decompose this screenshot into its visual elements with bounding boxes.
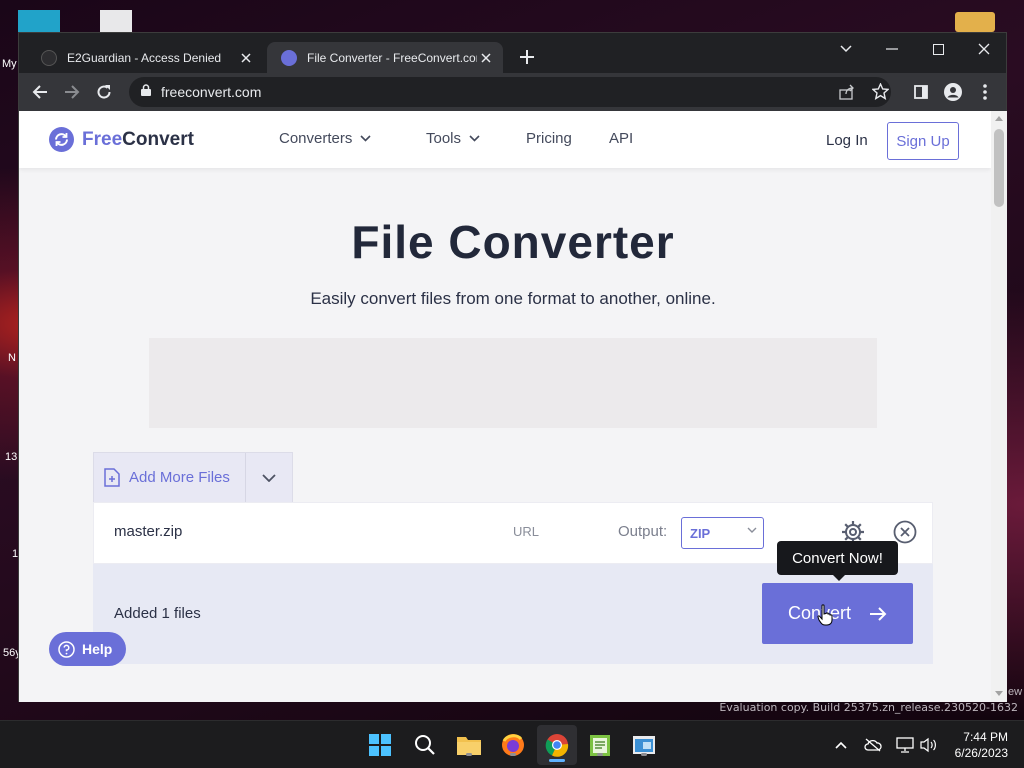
output-label: Output: [618, 523, 668, 540]
remove-file-close-icon[interactable] [893, 520, 917, 544]
close-tab-icon[interactable] [477, 49, 495, 67]
convert-button[interactable]: Convert [762, 583, 913, 644]
nav-label: Tools [426, 130, 462, 147]
add-more-files-button[interactable]: Add More Files [94, 453, 246, 502]
tab-search-chevron-icon[interactable] [831, 37, 861, 61]
output-format-select[interactable]: ZIP [681, 517, 764, 549]
desktop-icon-monitor[interactable] [18, 10, 60, 32]
url-text: freeconvert.com [161, 84, 262, 100]
close-tab-icon[interactable] [237, 49, 255, 67]
close-window-icon[interactable] [969, 37, 999, 61]
volume-icon[interactable] [920, 736, 938, 754]
start-icon[interactable] [366, 731, 394, 759]
chevron-down-icon [262, 473, 276, 482]
site-header: FreeConvert Converters Tools Pricing API… [19, 111, 991, 168]
browser-toolbar: freeconvert.com [19, 73, 1006, 111]
convert-panel: Added 1 files Convert [93, 564, 933, 664]
desktop-icon-label: My [2, 58, 17, 70]
nav-label: Converters [279, 130, 353, 147]
output-format-value: ZIP [690, 525, 711, 541]
tab-bar: E2Guardian - Access Denied File Converte… [19, 33, 1006, 73]
freeconvert-favicon-icon [281, 49, 297, 66]
signup-button[interactable]: Sign Up [887, 122, 959, 160]
clock-time: 7:44 PM [963, 730, 1008, 744]
side-panel-icon[interactable] [910, 81, 932, 103]
chevron-down-icon [747, 527, 757, 533]
logo-text: FreeConvert [82, 128, 194, 150]
add-files-dropdown-button[interactable] [246, 453, 292, 502]
nav-pricing[interactable]: Pricing [526, 130, 572, 147]
page-subtitle: Easily convert files from one format to … [310, 289, 716, 308]
profile-avatar-icon[interactable] [942, 81, 964, 103]
tab-title: E2Guardian - Access Denied [67, 50, 222, 65]
file-add-icon [104, 468, 120, 487]
evaluation-watermark: Evaluation copy. Build 25375.zn_release.… [719, 701, 1018, 714]
bookmark-star-icon[interactable] [871, 82, 890, 105]
page-viewport: FreeConvert Converters Tools Pricing API… [19, 111, 991, 702]
chrome-icon[interactable] [537, 725, 577, 765]
page-title: File Converter [351, 216, 675, 268]
chevron-down-icon [360, 135, 371, 142]
file-source-label: URL [513, 524, 540, 539]
e2guardian-favicon-icon [41, 49, 57, 66]
minimize-icon[interactable] [877, 37, 907, 61]
search-icon[interactable] [411, 731, 439, 759]
maximize-icon[interactable] [923, 37, 953, 61]
tab-file-converter[interactable]: File Converter - FreeConvert.com [267, 42, 503, 73]
desktop-icon-label: 13 [5, 451, 18, 463]
browser-window: E2Guardian - Access Denied File Converte… [18, 32, 1007, 702]
address-bar[interactable]: freeconvert.com [129, 77, 891, 107]
firefox-icon[interactable] [499, 731, 527, 759]
taskbar: 7:44 PM 6/26/2023 [0, 720, 1024, 768]
ad-placeholder [149, 338, 877, 428]
scroll-up-arrow-icon[interactable] [995, 116, 1003, 121]
clock-date: 6/26/2023 [954, 746, 1008, 760]
nav-tools[interactable]: Tools [426, 130, 480, 147]
back-arrow-icon[interactable] [29, 81, 51, 103]
running-indicator [641, 753, 647, 756]
tab-title: File Converter - FreeConvert.com [307, 50, 477, 65]
desktop-icon-document[interactable] [100, 10, 132, 32]
added-files-count: Added 1 files [114, 605, 201, 622]
login-link[interactable]: Log In [826, 132, 868, 149]
network-icon[interactable] [896, 736, 914, 754]
file-name: master.zip [114, 523, 183, 540]
help-button[interactable]: Help [49, 632, 126, 666]
system-clock[interactable]: 7:44 PM 6/26/2023 [948, 729, 1008, 761]
new-tab-plus-icon[interactable] [517, 47, 537, 67]
tab-e2guardian[interactable]: E2Guardian - Access Denied [27, 42, 263, 73]
notepad-app-icon[interactable] [586, 731, 614, 759]
kebab-menu-icon[interactable] [974, 81, 996, 103]
active-indicator [549, 759, 565, 762]
convert-now-tooltip: Convert Now! [777, 541, 898, 581]
add-more-files-label: Add More Files [129, 469, 230, 486]
scroll-down-arrow-icon[interactable] [995, 691, 1003, 696]
page-scrollbar[interactable] [991, 111, 1007, 702]
arrow-right-icon [870, 606, 887, 621]
hand-cursor-icon [817, 604, 833, 631]
help-label: Help [82, 641, 113, 657]
chevron-down-icon [469, 135, 480, 142]
add-files-bar: Add More Files [93, 452, 293, 502]
share-icon[interactable] [839, 84, 855, 105]
nav-api[interactable]: API [609, 130, 633, 147]
desktop-icon-folder[interactable] [955, 12, 995, 32]
running-indicator [597, 753, 603, 756]
desktop-icon-label: ew [1008, 686, 1023, 698]
forward-arrow-icon[interactable] [61, 81, 83, 103]
remote-app-icon[interactable] [630, 731, 658, 759]
freeconvert-logo-icon [49, 127, 74, 152]
freeconvert-logo[interactable]: FreeConvert [49, 127, 194, 152]
reload-icon[interactable] [93, 81, 115, 103]
running-indicator [510, 753, 516, 756]
nav-converters[interactable]: Converters [279, 130, 371, 147]
file-explorer-icon[interactable] [455, 731, 483, 759]
show-hidden-icons-chevron-icon[interactable] [832, 736, 850, 754]
running-indicator [466, 753, 472, 756]
lock-icon[interactable] [141, 83, 151, 101]
cloud-offline-icon[interactable] [864, 736, 882, 754]
desktop-icon-label: N [8, 352, 16, 364]
question-circle-icon [58, 640, 75, 658]
scrollbar-thumb[interactable] [994, 129, 1004, 207]
